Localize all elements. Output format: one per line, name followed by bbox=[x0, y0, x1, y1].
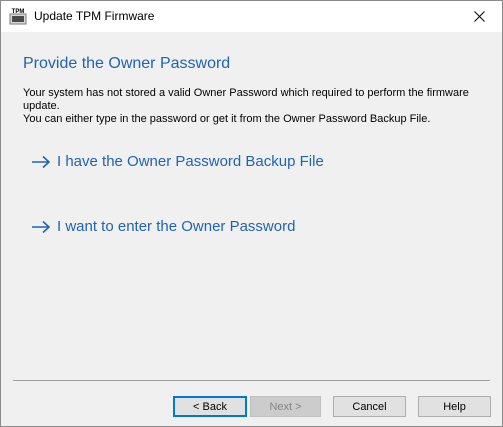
page-title: Provide the Owner Password bbox=[23, 55, 231, 72]
description-line-1: Your system has not stored a valid Owner… bbox=[23, 87, 469, 112]
backup-file-option-link[interactable]: I have the Owner Password Backup File bbox=[31, 153, 324, 170]
arrow-right-icon bbox=[32, 155, 51, 168]
dialog-content: Provide the Owner Password Your system h… bbox=[1, 32, 502, 426]
window-title: Update TPM Firmware bbox=[34, 9, 155, 23]
description-text: Your system has not stored a valid Owner… bbox=[23, 87, 483, 126]
tpm-icon-label: TPM bbox=[12, 9, 25, 15]
footer-separator bbox=[13, 380, 490, 381]
backup-file-option-label: I have the Owner Password Backup File bbox=[57, 153, 324, 170]
enter-password-option-label: I want to enter the Owner Password bbox=[57, 218, 296, 235]
close-icon bbox=[474, 11, 485, 22]
enter-password-option-link[interactable]: I want to enter the Owner Password bbox=[31, 218, 295, 235]
dialog-window: TPM Update TPM Firmware Provide the Owne… bbox=[0, 0, 503, 427]
description-line-2: You can either type in the password or g… bbox=[23, 113, 431, 125]
title-bar: TPM Update TPM Firmware bbox=[1, 1, 502, 32]
tpm-chip-icon: TPM bbox=[9, 7, 27, 25]
next-button[interactable]: Next > bbox=[250, 396, 321, 417]
back-button[interactable]: < Back bbox=[173, 396, 247, 417]
arrow-right-icon bbox=[32, 220, 51, 233]
help-button[interactable]: Help bbox=[418, 396, 491, 417]
cancel-button[interactable]: Cancel bbox=[333, 396, 406, 417]
close-button[interactable] bbox=[457, 1, 502, 32]
